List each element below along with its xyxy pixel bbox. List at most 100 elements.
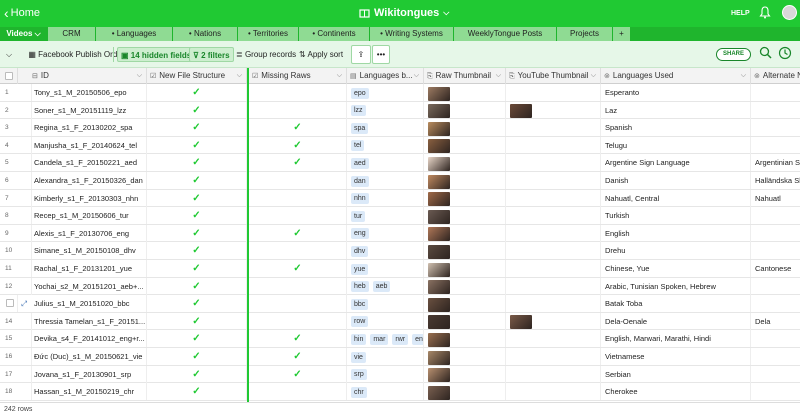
column-header-languages-by[interactable]: ▤ Languages b... ⌵: [347, 68, 424, 84]
raw-thumbnail-cell[interactable]: [424, 101, 506, 119]
language-tag[interactable]: rwr: [392, 333, 409, 345]
raw-thumbnail-image[interactable]: [428, 227, 450, 242]
youtube-thumbnail-cell[interactable]: [506, 277, 601, 295]
tab-projects[interactable]: Projects: [557, 27, 613, 41]
table-row[interactable]: 10 Simane_s1_M_20150108_dhv ✓ dhv Drehu: [0, 242, 800, 260]
languages-linked-cell[interactable]: tur: [347, 207, 424, 225]
bell-icon[interactable]: [759, 6, 771, 21]
select-all-checkbox[interactable]: [5, 72, 13, 80]
missing-raws-checkbox[interactable]: ✓: [249, 260, 347, 277]
raw-thumbnail-image[interactable]: [428, 315, 450, 330]
youtube-thumbnail-cell[interactable]: [506, 312, 601, 330]
missing-raws-checkbox[interactable]: [249, 242, 347, 260]
new-file-structure-checkbox[interactable]: ✓: [147, 136, 247, 154]
youtube-thumbnail-cell[interactable]: [506, 242, 601, 260]
raw-thumbnail-cell[interactable]: [424, 348, 506, 365]
tab-crm[interactable]: CRM: [48, 27, 96, 41]
youtube-thumbnail-cell[interactable]: [506, 136, 601, 154]
languages-linked-cell[interactable]: nhn: [347, 189, 424, 207]
youtube-thumbnail-cell[interactable]: [506, 295, 601, 313]
languages-linked-cell[interactable]: row: [347, 312, 424, 330]
language-tag[interactable]: hin: [351, 333, 367, 345]
record-id[interactable]: Thressia Tamelan_s1_F_20151...: [32, 312, 147, 330]
new-file-structure-checkbox[interactable]: ✓: [147, 207, 247, 225]
languages-linked-cell[interactable]: chr: [347, 383, 424, 401]
new-file-structure-checkbox[interactable]: ✓: [147, 260, 247, 277]
language-tag[interactable]: nhn: [351, 193, 369, 205]
new-file-structure-checkbox[interactable]: ✓: [147, 277, 247, 295]
home-link[interactable]: ‹ Home: [4, 6, 40, 20]
language-tag[interactable]: srp: [351, 369, 367, 381]
raw-thumbnail-cell[interactable]: [424, 154, 506, 172]
raw-thumbnail-image[interactable]: [428, 350, 450, 365]
base-title[interactable]: Wikitongues ⌵: [359, 7, 449, 19]
missing-raws-checkbox[interactable]: ✓: [249, 119, 347, 137]
youtube-thumbnail-cell[interactable]: [506, 207, 601, 225]
raw-thumbnail-cell[interactable]: [424, 277, 506, 295]
record-id[interactable]: Tony_s1_M_20150506_epo: [32, 84, 147, 101]
language-tag[interactable]: bbc: [351, 298, 369, 310]
language-tag[interactable]: row: [351, 316, 369, 328]
table-row[interactable]: 5 Candela_s1_F_20150221_aed ✓ ✓ aed Argentine…: [0, 154, 800, 172]
chevron-down-icon[interactable]: ⌵: [137, 68, 142, 84]
column-header-id[interactable]: ⊟ ID ⌵: [18, 68, 147, 84]
new-file-structure-checkbox[interactable]: ✓: [147, 295, 247, 313]
new-file-structure-checkbox[interactable]: ✓: [147, 154, 247, 172]
record-id[interactable]: Candela_s1_F_20150221_aed: [32, 154, 147, 172]
language-tag[interactable]: epo: [351, 87, 369, 99]
more-options-icon[interactable]: •••: [372, 45, 390, 64]
tab-nations[interactable]: • Nations: [173, 27, 238, 41]
raw-thumbnail-image[interactable]: [428, 244, 450, 259]
missing-raws-checkbox[interactable]: ✓: [249, 365, 347, 383]
record-id[interactable]: Soner_s1_M_20151119_lzz: [32, 101, 147, 119]
tab-weeklytongue-posts[interactable]: WeeklyTongue Posts: [454, 27, 557, 41]
record-id[interactable]: Jovana_s1_F_20130901_srp: [32, 365, 147, 383]
views-menu-button[interactable]: ⌵ ▦ Facebook Publish Order: [6, 47, 124, 62]
tab-writing-systems[interactable]: • Writing Systems: [370, 27, 454, 41]
table-row[interactable]: 1 Tony_s1_M_20150506_epo ✓ epo Esperanto: [0, 84, 800, 102]
raw-thumbnail-cell[interactable]: [424, 136, 506, 154]
new-file-structure-checkbox[interactable]: ✓: [147, 119, 247, 137]
raw-thumbnail-image[interactable]: [428, 368, 450, 383]
language-tag[interactable]: lzz: [351, 105, 366, 117]
raw-thumbnail-cell[interactable]: [424, 365, 506, 383]
table-row[interactable]: 12 Yochai_s2_M_20151201_aeb+... ✓ heb aeb Ara…: [0, 277, 800, 296]
language-tag[interactable]: yue: [351, 263, 369, 275]
chevron-down-icon[interactable]: ⌵: [414, 68, 419, 84]
missing-raws-checkbox[interactable]: [249, 189, 347, 207]
table-row[interactable]: 15 Devika_s4_F_20141012_eng+r... ✓ ✓ hin mar r…: [0, 330, 800, 348]
youtube-thumbnail-image[interactable]: [510, 104, 532, 119]
languages-linked-cell[interactable]: aed: [347, 154, 424, 172]
raw-thumbnail-cell[interactable]: [424, 242, 506, 260]
language-tag[interactable]: vie: [351, 351, 366, 363]
languages-linked-cell[interactable]: eng: [347, 224, 424, 242]
table-row[interactable]: 4 Manjusha_s1_F_20140624_tel ✓ ✓ tel Telugu: [0, 136, 800, 155]
chevron-down-icon[interactable]: ⌵: [741, 68, 746, 84]
raw-thumbnail-image[interactable]: [428, 174, 450, 189]
languages-linked-cell[interactable]: dan: [347, 172, 424, 189]
help-link[interactable]: HELP: [731, 10, 750, 17]
missing-raws-checkbox[interactable]: ✓: [249, 136, 347, 154]
youtube-thumbnail-cell[interactable]: [506, 383, 601, 401]
new-file-structure-checkbox[interactable]: ✓: [147, 172, 247, 189]
table-row[interactable]: 11 Rachal_s1_F_20131201_yue ✓ ✓ yue Chinese, …: [0, 260, 800, 278]
tab-videos[interactable]: Videos ⌵: [0, 27, 48, 41]
new-file-structure-checkbox[interactable]: ✓: [147, 312, 247, 330]
youtube-thumbnail-cell[interactable]: [506, 84, 601, 101]
raw-thumbnail-cell[interactable]: [424, 260, 506, 277]
language-tag[interactable]: heb: [351, 281, 369, 293]
table-row[interactable]: 14 Thressia Tamelan_s1_F_20151... ✓ row Dela…: [0, 312, 800, 331]
table-row[interactable]: 18 Hassan_s1_M_20150219_chr ✓ chr Cherokee: [0, 383, 800, 401]
record-id[interactable]: Kimberly_s1_F_20130303_nhn: [32, 189, 147, 207]
missing-raws-checkbox[interactable]: [249, 295, 347, 313]
raw-thumbnail-cell[interactable]: [424, 383, 506, 401]
youtube-thumbnail-cell[interactable]: [506, 365, 601, 383]
record-id[interactable]: Alexandra_s1_F_20150326_dan: [32, 172, 147, 189]
language-tag[interactable]: tur: [351, 210, 366, 222]
record-id[interactable]: Devika_s4_F_20141012_eng+r...: [32, 330, 147, 348]
youtube-thumbnail-cell[interactable]: [506, 154, 601, 172]
sort-button[interactable]: ⇅ Apply sort: [299, 47, 343, 62]
youtube-thumbnail-cell[interactable]: [506, 172, 601, 189]
youtube-thumbnail-cell[interactable]: [506, 330, 601, 348]
select-all-cell[interactable]: [0, 68, 18, 84]
